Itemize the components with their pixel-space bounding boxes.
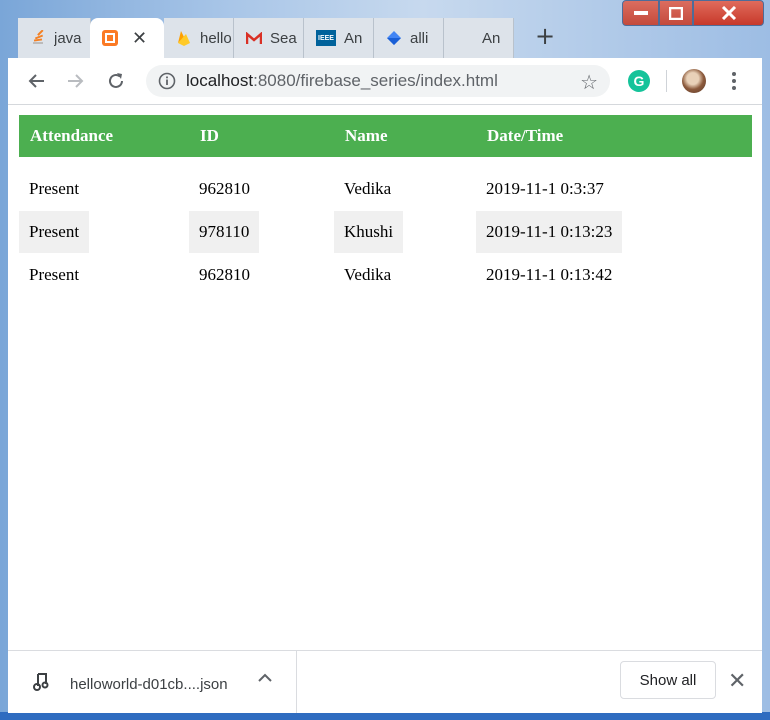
table-header-row: Attendance ID Name Date/Time: [19, 115, 752, 157]
name-cell: Vedika: [344, 178, 392, 198]
toolbar-divider: [666, 70, 667, 92]
id-cell: 962810: [199, 178, 250, 198]
download-shelf: helloworld-d01cb....json Show all ✕: [8, 650, 762, 713]
tab-title: An: [482, 29, 501, 47]
download-file-name: helloworld-d01cb....json: [70, 676, 228, 693]
xampp-icon: [102, 30, 118, 46]
tab-an[interactable]: An: [444, 18, 514, 58]
column-header-attendance: Attendance: [19, 115, 189, 157]
bookmark-star-icon[interactable]: ☆: [580, 70, 598, 95]
tab-title: Sea: [270, 29, 297, 47]
tab-gmail[interactable]: Sea: [234, 18, 304, 58]
gmail-icon: [246, 30, 262, 46]
back-button[interactable]: [22, 67, 50, 95]
url-text: localhost:8080/firebase_series/index.htm…: [186, 71, 498, 91]
grammarly-extension-icon[interactable]: G: [628, 70, 650, 92]
tab-title: An: [344, 29, 363, 47]
toolbar: localhost:8080/firebase_series/index.htm…: [8, 58, 762, 105]
tab-strip: java ✕ hello Sea IEEE An alli An +: [8, 14, 762, 58]
tab-title: hello: [200, 29, 232, 47]
attendance-cell: Present: [29, 178, 80, 198]
forward-arrow-icon: [68, 74, 84, 88]
table-row: Present 962810 Vedika 2019-11-1 0:3:37: [19, 167, 752, 210]
back-arrow-icon: [28, 74, 44, 88]
tab-ieee[interactable]: IEEE An: [304, 18, 374, 58]
chevron-up-icon[interactable]: [258, 673, 272, 683]
column-header-datetime: Date/Time: [476, 115, 752, 157]
reload-icon: [109, 73, 123, 88]
tab-title: alli: [410, 29, 429, 47]
new-tab-button[interactable]: +: [529, 20, 561, 52]
id-cell: 962810: [199, 264, 250, 284]
tab-hello[interactable]: hello: [164, 18, 234, 58]
reload-button[interactable]: [102, 67, 130, 95]
url-host: localhost: [186, 71, 254, 90]
table-row: Present 978110 Khushi 2019-11-1 0:13:23: [19, 210, 752, 253]
datetime-cell: 2019-11-1 0:13:23: [476, 210, 623, 253]
profile-avatar[interactable]: [682, 69, 706, 93]
firebase-icon: [176, 30, 192, 46]
info-icon[interactable]: [158, 72, 176, 90]
tab-close-icon[interactable]: ✕: [132, 28, 147, 49]
tab-java[interactable]: java: [18, 18, 91, 58]
url-path: :8080/firebase_series/index.html: [253, 71, 498, 90]
forward-button[interactable]: [62, 67, 90, 95]
tab-title: java: [54, 29, 82, 47]
download-item[interactable]: helloworld-d01cb....json: [8, 651, 297, 713]
name-cell: Vedika: [344, 264, 392, 284]
stackoverflow-icon: [30, 30, 46, 46]
show-all-button[interactable]: Show all: [620, 661, 716, 699]
file-icon: [33, 673, 49, 691]
page-viewport: Attendance ID Name Date/Time Present 962…: [8, 105, 762, 650]
id-cell: 978110: [189, 210, 260, 253]
attendance-cell: Present: [19, 210, 90, 253]
table-row: Present 962810 Vedika 2019-11-1 0:13:42: [19, 253, 752, 296]
address-bar[interactable]: localhost:8080/firebase_series/index.htm…: [146, 65, 610, 97]
column-header-name: Name: [334, 115, 476, 157]
attendance-cell: Present: [29, 264, 80, 284]
tab-xampp[interactable]: ✕: [90, 18, 164, 58]
browser-menu-icon[interactable]: [724, 68, 744, 94]
attendance-table: Attendance ID Name Date/Time Present 962…: [19, 115, 752, 296]
ieee-icon: IEEE: [316, 30, 336, 46]
name-cell: Khushi: [334, 210, 404, 253]
diamond-icon: [386, 30, 402, 46]
tab-alli[interactable]: alli: [374, 18, 444, 58]
datetime-cell: 2019-11-1 0:3:37: [486, 178, 604, 198]
column-header-id: ID: [189, 115, 334, 157]
window-frame-bottom: [0, 712, 770, 720]
datetime-cell: 2019-11-1 0:13:42: [486, 264, 613, 284]
close-shelf-icon[interactable]: ✕: [728, 669, 746, 694]
